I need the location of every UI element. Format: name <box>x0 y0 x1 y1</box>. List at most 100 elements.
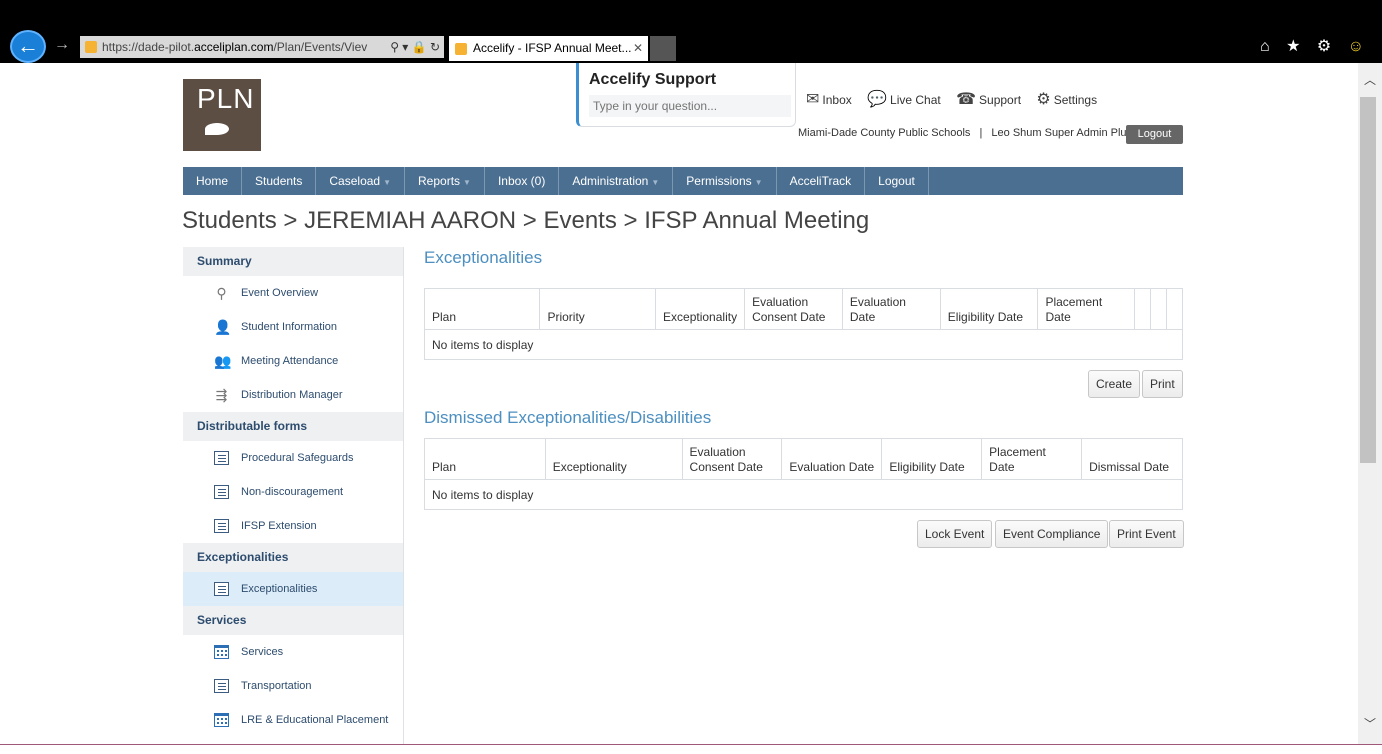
nav-reports[interactable]: Reports ▼ <box>405 167 485 195</box>
window-bottom-edge <box>0 744 1382 754</box>
support-widget: Accelify Support <box>576 63 796 127</box>
column-header[interactable]: Plan <box>424 438 546 480</box>
main-nav: Home Students Caseload ▼ Reports ▼ Inbox (… <box>183 167 1183 195</box>
address-bar[interactable]: https://dade-pilot.acceliplan.com/Plan/E… <box>80 36 444 58</box>
separator: | <box>979 127 983 139</box>
sidebar-item-label: Student Information <box>241 321 338 333</box>
browser-toolbar-icons[interactable]: ⌂ ★ ⚙ ☺ <box>1260 36 1370 56</box>
tab-favicon-icon <box>455 43 467 55</box>
column-header-empty <box>1134 288 1152 330</box>
column-header[interactable]: Placement Date <box>1037 288 1136 330</box>
nav-home[interactable]: Home <box>183 167 243 195</box>
event-compliance-button[interactable]: Event Compliance <box>995 520 1109 548</box>
logo-leaf-icon <box>185 129 205 139</box>
lock-event-button[interactable]: Lock Event <box>917 520 993 548</box>
sidebar-item-lre-placement[interactable]: LRE & Educational Placement <box>183 703 403 737</box>
sidebar-item-label: Non-discouragement <box>241 486 344 498</box>
column-header[interactable]: Evaluation Date <box>841 288 941 330</box>
empty-message: No items to display <box>424 479 1183 510</box>
sidebar-item-label: Meeting Attendance <box>241 355 339 367</box>
column-header[interactable]: Eligibility Date <box>939 288 1039 330</box>
nav-inbox[interactable]: Inbox (0) <box>485 167 560 195</box>
sidebar-item-ifsp-extension[interactable]: IFSP Extension <box>183 509 403 543</box>
header-logout-button[interactable]: Logout <box>1126 125 1183 144</box>
smiley-icon[interactable]: ☺ <box>1348 38 1370 55</box>
nav-label: AcceliTrack <box>789 174 852 188</box>
column-header[interactable]: Plan <box>423 288 541 330</box>
exceptionalities-title: Exceptionalities <box>424 248 543 267</box>
pln-logo[interactable]: PLN <box>183 79 261 151</box>
nav-caseload[interactable]: Caseload ▼ <box>316 167 406 195</box>
column-header[interactable]: Eligibility Date <box>881 438 983 480</box>
support-link[interactable]: ☎ Support <box>956 89 1021 109</box>
inbox-link[interactable]: ✉ Inbox <box>806 89 852 109</box>
sidebar-item-meeting-attendance[interactable]: 👥 Meeting Attendance <box>183 344 403 378</box>
header-links: ✉ Inbox 💬 Live Chat ☎ Support ⚙ Settings <box>806 89 1109 109</box>
sidebar-item-transportation[interactable]: Transportation <box>183 669 403 703</box>
column-header[interactable]: Evaluation Consent Date <box>744 288 843 330</box>
column-header[interactable]: Priority <box>539 288 657 330</box>
table-header-row: Plan Exceptionality Evaluation Consent D… <box>424 438 1183 480</box>
organization-name: Miami-Dade County Public Schools <box>798 127 971 139</box>
sidebar-item-non-discouragement[interactable]: Non-discouragement <box>183 475 403 509</box>
create-button[interactable]: Create <box>1088 370 1141 398</box>
sidebar-item-label: IFSP Extension <box>241 520 317 532</box>
empty-message: No items to display <box>424 329 1183 360</box>
sidebar-item-event-overview[interactable]: ⚲ Event Overview <box>183 276 403 310</box>
dismissed-table: Plan Exceptionality Evaluation Consent D… <box>424 438 1183 510</box>
back-button[interactable]: ← <box>10 30 46 63</box>
column-header[interactable]: Evaluation Date <box>781 438 883 480</box>
chat-icon: 💬 <box>867 91 888 108</box>
scroll-up-icon[interactable]: ︿ <box>1358 71 1382 88</box>
nav-label: Inbox (0) <box>497 174 546 188</box>
sidebar-item-exceptionalities[interactable]: Exceptionalities <box>183 572 403 606</box>
exceptionalities-table: Plan Priority Exceptionality Evaluation … <box>423 288 1183 360</box>
sidebar-item-student-information[interactable]: 👤 Student Information <box>183 310 403 344</box>
home-star-gear-icons[interactable]: ⌂ ★ ⚙ <box>1260 38 1337 55</box>
settings-label: Settings <box>1053 93 1098 107</box>
user-name[interactable]: Leo Shum Super Admin Plus <box>991 127 1132 139</box>
nav-logout[interactable]: Logout <box>865 167 929 195</box>
calendar-icon <box>214 713 229 727</box>
sidebar-section-forms: Distributable forms <box>183 412 403 441</box>
sidebar-item-distribution-manager[interactable]: ⇶ Distribution Manager <box>183 378 403 412</box>
forward-button[interactable]: → <box>54 36 70 54</box>
nav-label: Caseload <box>329 174 381 188</box>
column-header-empty <box>1166 288 1183 330</box>
person-icon: 👤 <box>214 319 232 335</box>
sidebar-section-services: Services <box>183 606 403 635</box>
scroll-down-icon[interactable]: ﹀ <box>1358 715 1382 732</box>
nav-permissions[interactable]: Permissions ▼ <box>673 167 777 195</box>
sidebar-item-label: Distribution Manager <box>241 389 343 401</box>
settings-link[interactable]: ⚙ Settings <box>1036 89 1097 109</box>
page: PLN Accelify Support ✉Inbox 💬Live Chat ☎… <box>0 63 1358 744</box>
browser-tab[interactable]: Accelify - IFSP Annual Meet... ✕ <box>449 36 648 61</box>
sidebar-item-procedural-safeguards[interactable]: Procedural Safeguards <box>183 441 403 475</box>
column-header[interactable]: Evaluation Consent Date <box>681 438 783 480</box>
new-tab-button[interactable] <box>650 36 676 61</box>
column-header[interactable]: Placement Date <box>981 438 1083 480</box>
nav-administration[interactable]: Administration ▼ <box>559 167 674 195</box>
tab-close-icon[interactable]: ✕ <box>633 36 643 61</box>
sidebar-item-label: Event Overview <box>241 287 319 299</box>
vertical-scrollbar[interactable]: ︿ ﹀ <box>1358 63 1382 744</box>
print-button[interactable]: Print <box>1142 370 1183 398</box>
list-icon <box>214 519 229 533</box>
column-header[interactable]: Dismissal Date <box>1081 438 1183 480</box>
list-icon <box>214 451 229 465</box>
scroll-thumb[interactable] <box>1360 97 1376 463</box>
breadcrumb: Students > JEREMIAH AARON > Events > IFS… <box>182 207 870 234</box>
nav-label: Reports <box>418 174 461 188</box>
nav-accelitrack[interactable]: AcceliTrack <box>777 167 866 195</box>
sidebar-item-services[interactable]: Services <box>183 635 403 669</box>
column-header[interactable]: Exceptionality <box>655 288 746 330</box>
sidebar-item-label: LRE & Educational Placement <box>241 714 389 726</box>
live-chat-label: Live Chat <box>890 93 941 107</box>
column-header[interactable]: Exceptionality <box>544 438 683 480</box>
live-chat-link[interactable]: 💬 Live Chat <box>867 89 941 109</box>
print-event-button[interactable]: Print Event <box>1109 520 1184 548</box>
support-question-input[interactable] <box>589 95 791 117</box>
calendar-icon <box>214 645 229 659</box>
address-controls[interactable]: ⚲ ▾ 🔒 ↻ <box>390 36 440 58</box>
nav-students[interactable]: Students <box>242 167 317 195</box>
